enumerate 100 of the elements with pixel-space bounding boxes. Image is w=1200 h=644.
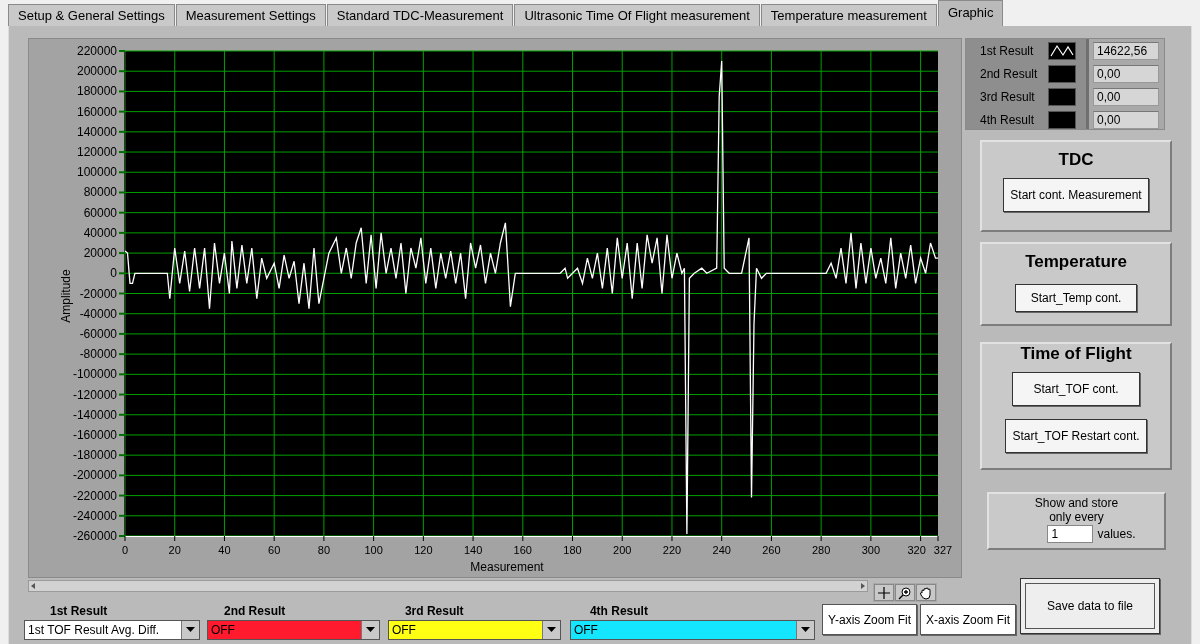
axis-tick-label: -140000 bbox=[72, 407, 117, 422]
selector-label: 2nd Result bbox=[222, 604, 287, 618]
result-dropdown[interactable]: 1st TOF Result Avg. Diff. bbox=[24, 620, 200, 640]
axis-tick-label: 20000 bbox=[83, 246, 117, 261]
axis-tick-label: 160 bbox=[513, 544, 532, 556]
dropdown-arrow-button[interactable] bbox=[360, 621, 379, 639]
x-axis-title: Measurement bbox=[470, 560, 544, 574]
axis-tick-label: 100 bbox=[364, 544, 383, 556]
dropdown-value: OFF bbox=[573, 623, 598, 637]
scroll-left-icon[interactable] bbox=[29, 582, 37, 590]
tab[interactable]: Setup & General Settings bbox=[8, 4, 175, 26]
axis-tick-label: 140 bbox=[463, 544, 483, 556]
axis-tick-label: -260000 bbox=[72, 529, 117, 543]
axis-tick-label: 220 bbox=[662, 544, 682, 556]
y-axis-title: Amplitude bbox=[59, 269, 73, 323]
axis-tick-label: 40000 bbox=[83, 225, 117, 240]
axis-tick-label: -100000 bbox=[72, 367, 117, 382]
axis-tick-label: 180 bbox=[563, 544, 582, 556]
zoom-fit-button[interactable]: X-axis Zoom Fit bbox=[920, 604, 1016, 635]
dropdown-value: 1st TOF Result Avg. Diff. bbox=[28, 623, 160, 637]
axis-tick-label: 200 bbox=[613, 544, 632, 556]
dropdown-arrow-button[interactable] bbox=[180, 621, 199, 639]
selector-label: 3rd Result bbox=[403, 604, 465, 618]
caret-icon bbox=[365, 627, 375, 633]
plot-swatch[interactable] bbox=[1048, 88, 1076, 106]
zoom-fit-button[interactable]: Y-axis Zoom Fit bbox=[822, 604, 917, 635]
axis-tick-label: 140000 bbox=[76, 124, 117, 139]
axis-tick-label: -200000 bbox=[72, 468, 117, 483]
axis-tick-label: 120000 bbox=[76, 145, 117, 160]
value-display: 0,00 bbox=[1093, 65, 1159, 83]
value-display: 0,00 bbox=[1093, 111, 1159, 129]
plot-swatch[interactable] bbox=[1048, 111, 1076, 129]
save-button[interactable]: Save data to file bbox=[1020, 578, 1160, 634]
dropdown-value: OFF bbox=[210, 623, 235, 637]
axis-tick-label: 160000 bbox=[76, 104, 117, 119]
dropdown-value: OFF bbox=[391, 623, 416, 637]
start-button[interactable]: Start_Temp cont. bbox=[1015, 284, 1137, 312]
caret-icon bbox=[546, 627, 556, 633]
graph-tool-button[interactable] bbox=[916, 584, 936, 601]
axis-tick-label: 0 bbox=[110, 266, 117, 281]
axis-tick-label: -220000 bbox=[72, 488, 117, 503]
axis-tick-label: 220000 bbox=[76, 44, 117, 58]
tab[interactable]: Measurement Settings bbox=[175, 4, 326, 26]
selector-label: 4th Result bbox=[588, 604, 649, 618]
axis-tick-label: -180000 bbox=[72, 448, 117, 463]
axis-tick-label: -20000 bbox=[79, 286, 117, 301]
tab[interactable]: Standard TDC-Measurement bbox=[326, 4, 514, 26]
result-dropdown[interactable]: OFF bbox=[387, 620, 561, 640]
horizontal-scrollbar[interactable] bbox=[28, 580, 868, 592]
value-display: 14622,56 bbox=[1093, 42, 1159, 60]
result-dropdown[interactable]: OFF bbox=[569, 620, 816, 640]
axis-tick-label: 80 bbox=[317, 544, 330, 556]
axis-tick-label: 180000 bbox=[76, 84, 117, 99]
axis-tick-label: 60000 bbox=[83, 205, 117, 220]
legend-label: 1st Result bbox=[980, 44, 1035, 58]
tab[interactable]: Ultrasonic Time Of Flight measurement bbox=[514, 4, 760, 26]
start-button[interactable]: Start cont. Measurement bbox=[1003, 178, 1149, 212]
crosshair-icon bbox=[877, 585, 891, 600]
axis-tick-label: 20 bbox=[168, 544, 181, 556]
dropdown-arrow-button[interactable] bbox=[796, 621, 815, 639]
start-button[interactable]: Start_TOF cont. bbox=[1012, 372, 1140, 406]
axis-tick-label: 60 bbox=[268, 544, 281, 556]
axis-tick-label: 327 bbox=[933, 544, 953, 556]
interval-field[interactable]: 1 bbox=[1047, 525, 1094, 543]
legend-label: 2nd Result bbox=[980, 67, 1039, 81]
axis-tick-label: -60000 bbox=[79, 326, 117, 341]
selector-label: 1st Result bbox=[49, 604, 109, 618]
line-plot-swatch[interactable] bbox=[1048, 42, 1076, 60]
tab[interactable]: Graphic bbox=[937, 0, 1004, 26]
axis-tick-label: -120000 bbox=[72, 387, 117, 402]
axis-tick-label: 280 bbox=[811, 544, 831, 556]
axis-tick-label: -40000 bbox=[79, 306, 117, 321]
caret-icon bbox=[801, 627, 811, 633]
graph-tool-button[interactable] bbox=[895, 584, 915, 601]
result-dropdown[interactable]: OFF bbox=[206, 620, 380, 640]
start-button[interactable]: Start_TOF Restart cont. bbox=[1005, 419, 1147, 453]
group-title: Temperature bbox=[1025, 252, 1127, 272]
group-title: Time of Flight bbox=[1020, 344, 1132, 364]
zoom-icon bbox=[898, 585, 912, 600]
legend-label: 4th Result bbox=[980, 113, 1036, 127]
axis-tick-label: 260 bbox=[762, 544, 781, 556]
axis-tick-label: -160000 bbox=[72, 427, 117, 442]
tab[interactable]: Temperature measurement bbox=[760, 4, 937, 26]
axis-tick-label: -240000 bbox=[72, 508, 117, 523]
dropdown-arrow-button[interactable] bbox=[541, 621, 560, 639]
axis-tick-label: 80000 bbox=[83, 185, 117, 200]
axis-tick-label: 320 bbox=[907, 544, 926, 556]
axis-tick-label: 40 bbox=[218, 544, 231, 556]
axis-tick-label: 100000 bbox=[76, 165, 117, 180]
axis-tick-label: 300 bbox=[861, 544, 881, 556]
caret-icon bbox=[185, 627, 195, 633]
axis-tick-label: -80000 bbox=[79, 347, 117, 362]
axis-tick-label: 240 bbox=[712, 544, 731, 556]
group-title: TDC bbox=[1058, 150, 1094, 170]
scroll-right-icon[interactable] bbox=[859, 582, 867, 590]
axis-tick-label: 200000 bbox=[76, 64, 117, 79]
value-display: 0,00 bbox=[1093, 88, 1159, 106]
plot-swatch[interactable] bbox=[1048, 65, 1076, 83]
unit-label: values. bbox=[1097, 527, 1136, 541]
legend-label: 3rd Result bbox=[980, 90, 1036, 104]
